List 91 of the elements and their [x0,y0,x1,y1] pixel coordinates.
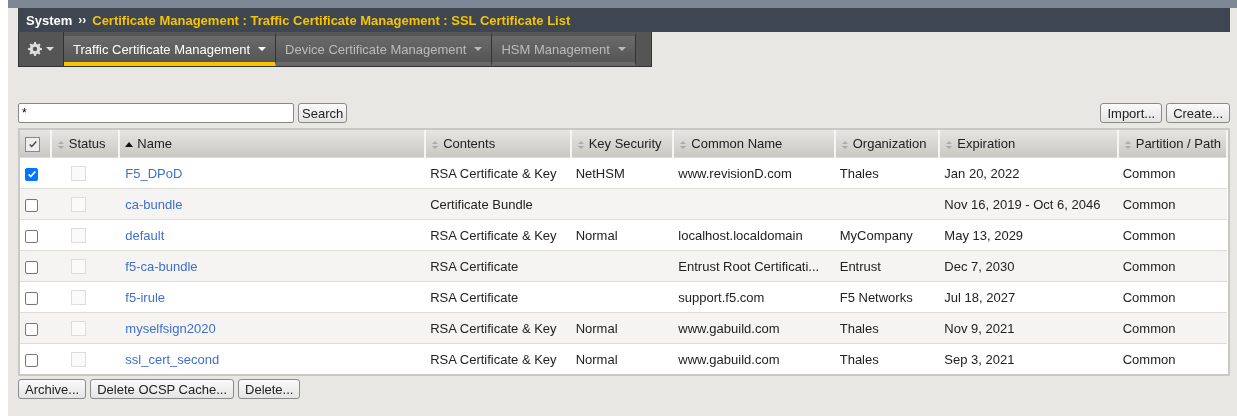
caret-icon [46,47,54,51]
table-cell: Normal [575,351,618,367]
settings-icon [28,42,42,56]
table-cell: RSA Certificate & Key [430,320,557,336]
status-icon [70,352,86,368]
table-cell: Entrust Root Certificati... [678,258,820,274]
table-cell: Nov 9, 2021 [944,320,1015,336]
table-cell: RSA Certificate & Key [430,165,557,181]
certificate-link[interactable]: f5-irule [125,289,166,305]
checkbox[interactable] [25,198,38,212]
action-button[interactable]: Delete... [238,379,301,399]
certificate-link[interactable]: F5_DPoD [125,165,183,181]
table-cell: www.gabuild.com [678,320,780,336]
column-header[interactable]: Common Name [673,130,835,158]
checkbox[interactable] [25,229,38,243]
column-header[interactable]: Expiration [939,130,1118,158]
status-icon [70,228,86,244]
sort-arrows-icon [679,139,688,150]
table-cell: Entrust [839,258,881,274]
select-all-checkbox[interactable] [25,136,40,152]
breadcrumb-path: Certificate Management : Traffic Certificate Management : SSL Certificate List [92,12,571,28]
caret-icon [617,47,626,51]
table-cell: support.f5.com [678,289,765,305]
table-cell: localhost.localdomain [678,227,803,243]
action-button[interactable]: Archive... [18,379,87,399]
sort-arrows-icon [431,139,440,150]
status-icon [70,197,86,213]
sort-arrows-icon [576,139,585,150]
column-header[interactable]: Partition / Path [1117,130,1227,158]
certificate-link[interactable]: myselfsign2020 [125,320,216,336]
table-cell: Jul 18, 2027 [944,289,1016,305]
checkbox[interactable] [25,322,38,336]
action-button[interactable]: Delete OCSP Cache... [90,379,234,399]
table-cell: Nov 16, 2019 - Oct 6, 2046 [944,196,1101,212]
action-button[interactable]: Create... [1166,103,1230,123]
certificate-link[interactable]: ca-bundle [125,196,183,212]
status-icon [70,321,86,337]
table-cell: Thales [839,320,879,336]
column-header[interactable]: Key Security [570,130,674,158]
table-cell: Common [1122,258,1176,274]
caret-icon [258,47,267,51]
table-cell: Certificate Bundle [430,196,533,212]
table-cell: May 13, 2029 [944,227,1024,243]
checkmark-icon [27,139,38,150]
table-cell: Common [1122,320,1176,336]
checkbox[interactable] [25,291,38,305]
checkbox[interactable] [25,353,38,367]
column-header[interactable]: Name [119,130,426,158]
checkbox[interactable] [25,260,38,274]
table-cell: Thales [839,351,879,367]
table-cell: Jan 20, 2022 [944,165,1020,181]
sort-arrows-icon [945,139,954,150]
nav-tab[interactable]: Traffic Certificate Management [64,32,277,66]
table-cell: NetHSM [575,165,625,181]
table-cell: Common [1122,351,1176,367]
search-button[interactable]: Search [298,103,348,123]
table-cell: Common [1122,165,1176,181]
table-cell: RSA Certificate & Key [430,351,557,367]
certificate-link[interactable]: f5-ca-bundle [125,258,198,274]
certificate-link[interactable]: default [125,227,165,243]
column-header[interactable]: Contents [425,130,571,158]
sort-arrows-icon [1123,139,1132,150]
sort-arrows-icon [56,139,65,150]
status-icon [70,259,86,275]
table-cell: Thales [839,165,879,181]
checkbox[interactable] [25,167,38,181]
table-cell: Normal [575,227,618,243]
table-cell: Dec 7, 2030 [944,258,1015,274]
column-header[interactable]: Organization [834,130,940,158]
table-cell: Normal [575,320,618,336]
caret-icon [474,47,483,51]
table-cell: RSA Certificate [430,289,519,305]
search-field[interactable]: * [18,103,294,123]
table-cell: www.gabuild.com [678,351,780,367]
table-cell: Common [1122,289,1176,305]
table-cell: RSA Certificate [430,258,519,274]
breadcrumb-root[interactable]: System [26,12,73,28]
status-icon [70,290,86,306]
status-icon [70,166,86,182]
table-cell: F5 Networks [839,289,913,305]
table-cell: Sep 3, 2021 [944,351,1015,367]
table-cell: Common [1122,227,1176,243]
action-button[interactable]: Import... [1100,103,1163,123]
table-cell: RSA Certificate & Key [430,227,557,243]
certificate-link[interactable]: ssl_cert_second [125,351,220,367]
column-header[interactable]: Status [50,130,120,158]
breadcrumb-separator: ›› [78,13,87,27]
table-cell: MyCompany [839,227,913,243]
sort-arrows-icon [840,139,849,150]
table-cell: www.revisionD.com [678,165,792,181]
table-cell: Common [1122,196,1176,212]
